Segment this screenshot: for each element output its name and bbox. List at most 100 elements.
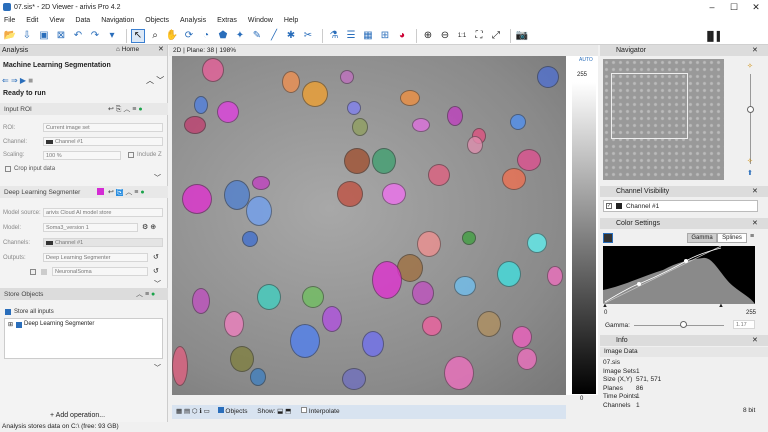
model-settings-icon[interactable]: ⚙ ⊕ (142, 223, 156, 231)
segmented-object[interactable] (257, 284, 281, 310)
split-icon[interactable]: ✂ (301, 29, 315, 43)
brush-icon[interactable]: ✎ (250, 29, 264, 43)
color-menu-icon[interactable]: ≡ (750, 233, 754, 240)
gamma-slider[interactable] (634, 325, 724, 326)
tree-expand-icon[interactable]: ⊞ (8, 321, 13, 328)
expand-chevron3-icon[interactable]: ﹀ (154, 363, 161, 373)
gamma-value-field[interactable]: 1.17 (733, 320, 755, 329)
channel-row[interactable]: ✓ Channel #1 (603, 200, 758, 212)
menu-navigation[interactable]: Navigation (101, 17, 134, 24)
section-tools-icon[interactable]: ↩ ⎘ ︿ ≡ ● (108, 104, 143, 114)
image-canvas[interactable] (172, 56, 566, 395)
cv-close-icon[interactable]: ✕ (752, 186, 758, 197)
range-min-handle[interactable]: ▲ (602, 303, 608, 309)
menu-window[interactable]: Window (248, 17, 273, 24)
histogram-curve[interactable] (603, 246, 755, 304)
step-back-icon[interactable]: ⇐ (2, 76, 9, 85)
measure-icon[interactable]: ✱ (284, 29, 298, 43)
segmented-object[interactable] (250, 368, 266, 386)
segmented-object[interactable] (302, 286, 324, 308)
layout-icon[interactable]: ▐▌▌ (704, 31, 723, 41)
color-wheel-icon[interactable]: ◕ (395, 29, 409, 43)
segmented-object[interactable] (547, 266, 563, 286)
nav-home-icon[interactable]: ⬆ (747, 169, 753, 177)
segmented-object[interactable] (192, 288, 210, 314)
reset-output2-icon[interactable]: ↺ (153, 267, 159, 275)
redo-icon[interactable]: ↷ (88, 29, 102, 43)
segmented-object[interactable] (344, 148, 370, 174)
gamma-tab[interactable]: Gamma (687, 233, 717, 243)
segmented-object[interactable] (422, 316, 442, 336)
menu-extras[interactable]: Extras (217, 17, 237, 24)
snapshot-icon[interactable]: 📷 (515, 29, 529, 43)
crop-checkbox[interactable] (5, 166, 11, 172)
collapse-icon[interactable]: ︿ ﹀ (146, 75, 164, 86)
scaling-field[interactable]: 100 % (43, 151, 121, 160)
grid-icon[interactable]: ⊞ (378, 29, 392, 43)
segmented-object[interactable] (510, 114, 526, 130)
channel-field[interactable]: Channel #1 (43, 137, 163, 146)
segmented-object[interactable] (282, 71, 300, 93)
navigator-zoom-slider[interactable]: ✧ ✧ ⬆ (747, 62, 755, 180)
model-field[interactable]: Soma3_version 1 (43, 223, 138, 232)
maximize-button[interactable]: ☐ (722, 0, 746, 14)
dl-section-tools-icon[interactable]: ↩ ⎘ ︿ ≡ ● (108, 187, 145, 197)
navigator-viewport[interactable] (611, 73, 688, 139)
info-close-icon[interactable]: ✕ (752, 335, 758, 346)
menu-edit[interactable]: Edit (26, 17, 38, 24)
segmented-object[interactable] (172, 346, 188, 386)
segmented-object[interactable] (382, 183, 406, 205)
layers-icon[interactable]: ☰ (344, 29, 358, 43)
segmented-object[interactable] (252, 176, 270, 190)
segmented-object[interactable] (417, 231, 441, 257)
segmented-object[interactable] (462, 231, 476, 245)
store-tools-icon[interactable]: ︿ ≡ ● (136, 289, 155, 299)
close-button[interactable]: ✕ (744, 0, 768, 14)
channel-visible-checkbox[interactable]: ✓ (606, 203, 612, 209)
channels-select[interactable]: Channel #1 (43, 238, 163, 247)
magic-wand-icon[interactable]: ✦ (233, 29, 247, 43)
segmented-object[interactable] (337, 181, 363, 207)
menu-file[interactable]: File (4, 17, 15, 24)
segmented-object[interactable] (342, 368, 366, 390)
segmented-object[interactable] (537, 66, 559, 88)
roi-field[interactable]: Current image set (43, 123, 163, 132)
segmented-object[interactable] (322, 306, 342, 332)
segmented-object[interactable] (517, 149, 541, 171)
segmented-object[interactable] (347, 101, 361, 115)
segmented-object[interactable] (497, 261, 521, 287)
line-tool-icon[interactable]: ╱ (267, 29, 281, 43)
segmented-object[interactable] (454, 276, 476, 296)
output2-field[interactable]: NeuronalSoma (52, 267, 148, 276)
fullscreen-icon[interactable]: ⤢ (489, 29, 503, 43)
store-objects-header[interactable]: Store Objects ︿ ≡ ● (0, 288, 168, 300)
undo-icon[interactable]: ↶ (71, 29, 85, 43)
segmented-object[interactable] (517, 348, 537, 370)
segmented-object[interactable] (290, 324, 320, 358)
dl-color-swatch[interactable] (97, 188, 104, 195)
segmented-object[interactable] (512, 326, 532, 348)
import-icon[interactable]: ⇩ (20, 29, 34, 43)
zoom-in-icon[interactable]: ⊕ (421, 29, 435, 43)
zoom-out-nav-icon[interactable]: ✧ (747, 157, 753, 165)
flask-icon[interactable]: ⚗ (327, 29, 341, 43)
input-roi-header[interactable]: Input ROI ↩ ⎘ ︿ ≡ ● (0, 103, 168, 115)
menu-objects[interactable]: Objects (145, 17, 169, 24)
range-max-handle[interactable]: ▲ (718, 303, 724, 309)
segmented-object[interactable] (400, 90, 420, 106)
segmented-object[interactable] (340, 70, 354, 84)
segmented-object[interactable] (372, 148, 396, 174)
segmented-object[interactable] (184, 116, 206, 134)
segmented-object[interactable] (302, 81, 328, 107)
include-z-checkbox[interactable] (128, 152, 134, 158)
fit-icon[interactable]: ⛶ (472, 29, 486, 43)
segmented-object[interactable] (447, 106, 463, 126)
segmented-object[interactable] (230, 346, 254, 372)
menu-data[interactable]: Data (75, 17, 90, 24)
show-icons[interactable]: ⬓ ⬒ (277, 408, 291, 415)
segmented-object[interactable] (242, 231, 258, 247)
stop-icon[interactable]: ■ (28, 76, 33, 85)
expand-chevron-icon[interactable]: ﹀ (154, 173, 161, 183)
channel-color-icon[interactable] (603, 233, 613, 243)
zoom-in-nav-icon[interactable]: ✧ (747, 62, 753, 70)
